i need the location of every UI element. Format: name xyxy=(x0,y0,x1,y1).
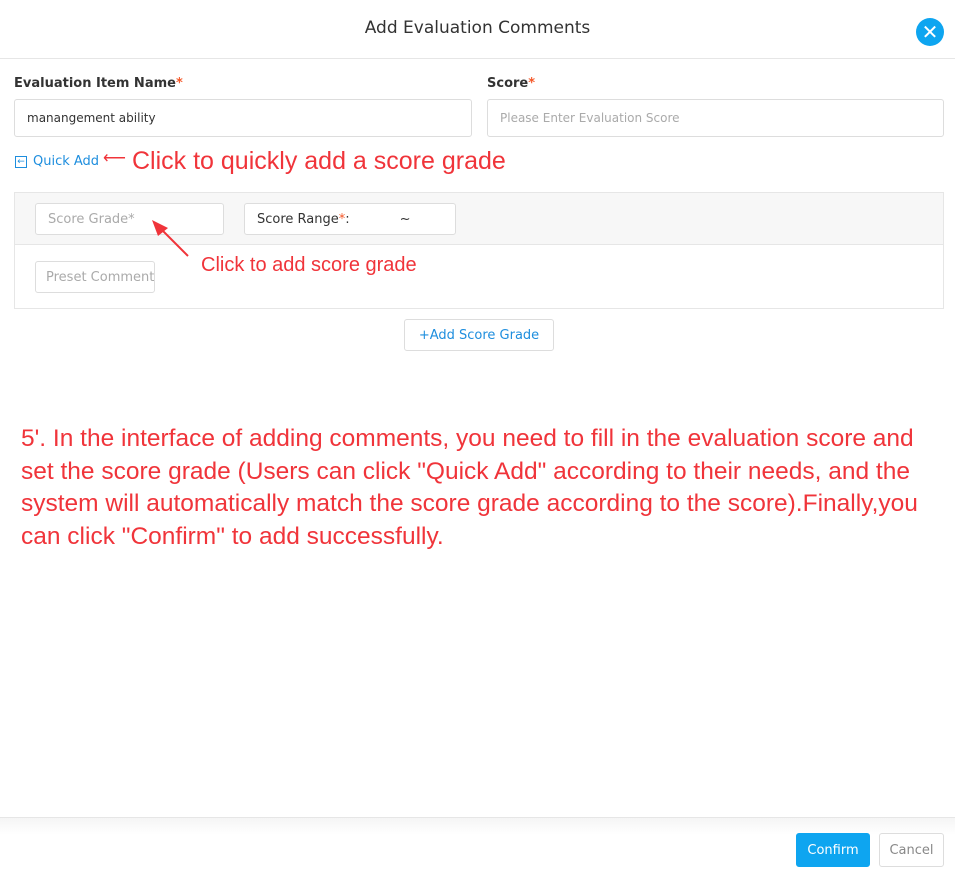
item-name-label: Evaluation Item Name* xyxy=(14,76,183,91)
score-grade-input[interactable]: Score Grade* xyxy=(35,203,224,235)
quick-add-label: Quick Add xyxy=(33,154,100,169)
item-name-input[interactable]: manangement ability xyxy=(14,99,472,137)
preset-comment-input[interactable]: Preset Comment xyxy=(35,261,155,293)
score-grade-annotation: Click to add score grade xyxy=(201,254,417,276)
instructions-annotation: 5'. In the interface of adding comments,… xyxy=(21,425,918,550)
confirm-button[interactable]: Confirm xyxy=(796,833,870,867)
cancel-button[interactable]: Cancel xyxy=(879,833,944,867)
arrow-icon: ⟵ xyxy=(103,150,126,167)
score-label: Score* xyxy=(487,76,536,91)
arrow-icon xyxy=(152,220,189,257)
add-score-grade-button[interactable]: +Add Score Grade xyxy=(404,319,554,351)
quick-add-link[interactable]: ← Quick Add xyxy=(15,154,99,169)
dialog-title: Add Evaluation Comments xyxy=(364,18,591,38)
score-range-input[interactable]: Score Range *: ~ xyxy=(244,203,456,235)
quick-add-annotation: Click to quickly add a score grade xyxy=(132,147,506,175)
import-icon: ← xyxy=(15,155,27,168)
score-input[interactable]: Please Enter Evaluation Score xyxy=(487,99,944,137)
close-icon[interactable]: ✕ xyxy=(916,18,944,46)
